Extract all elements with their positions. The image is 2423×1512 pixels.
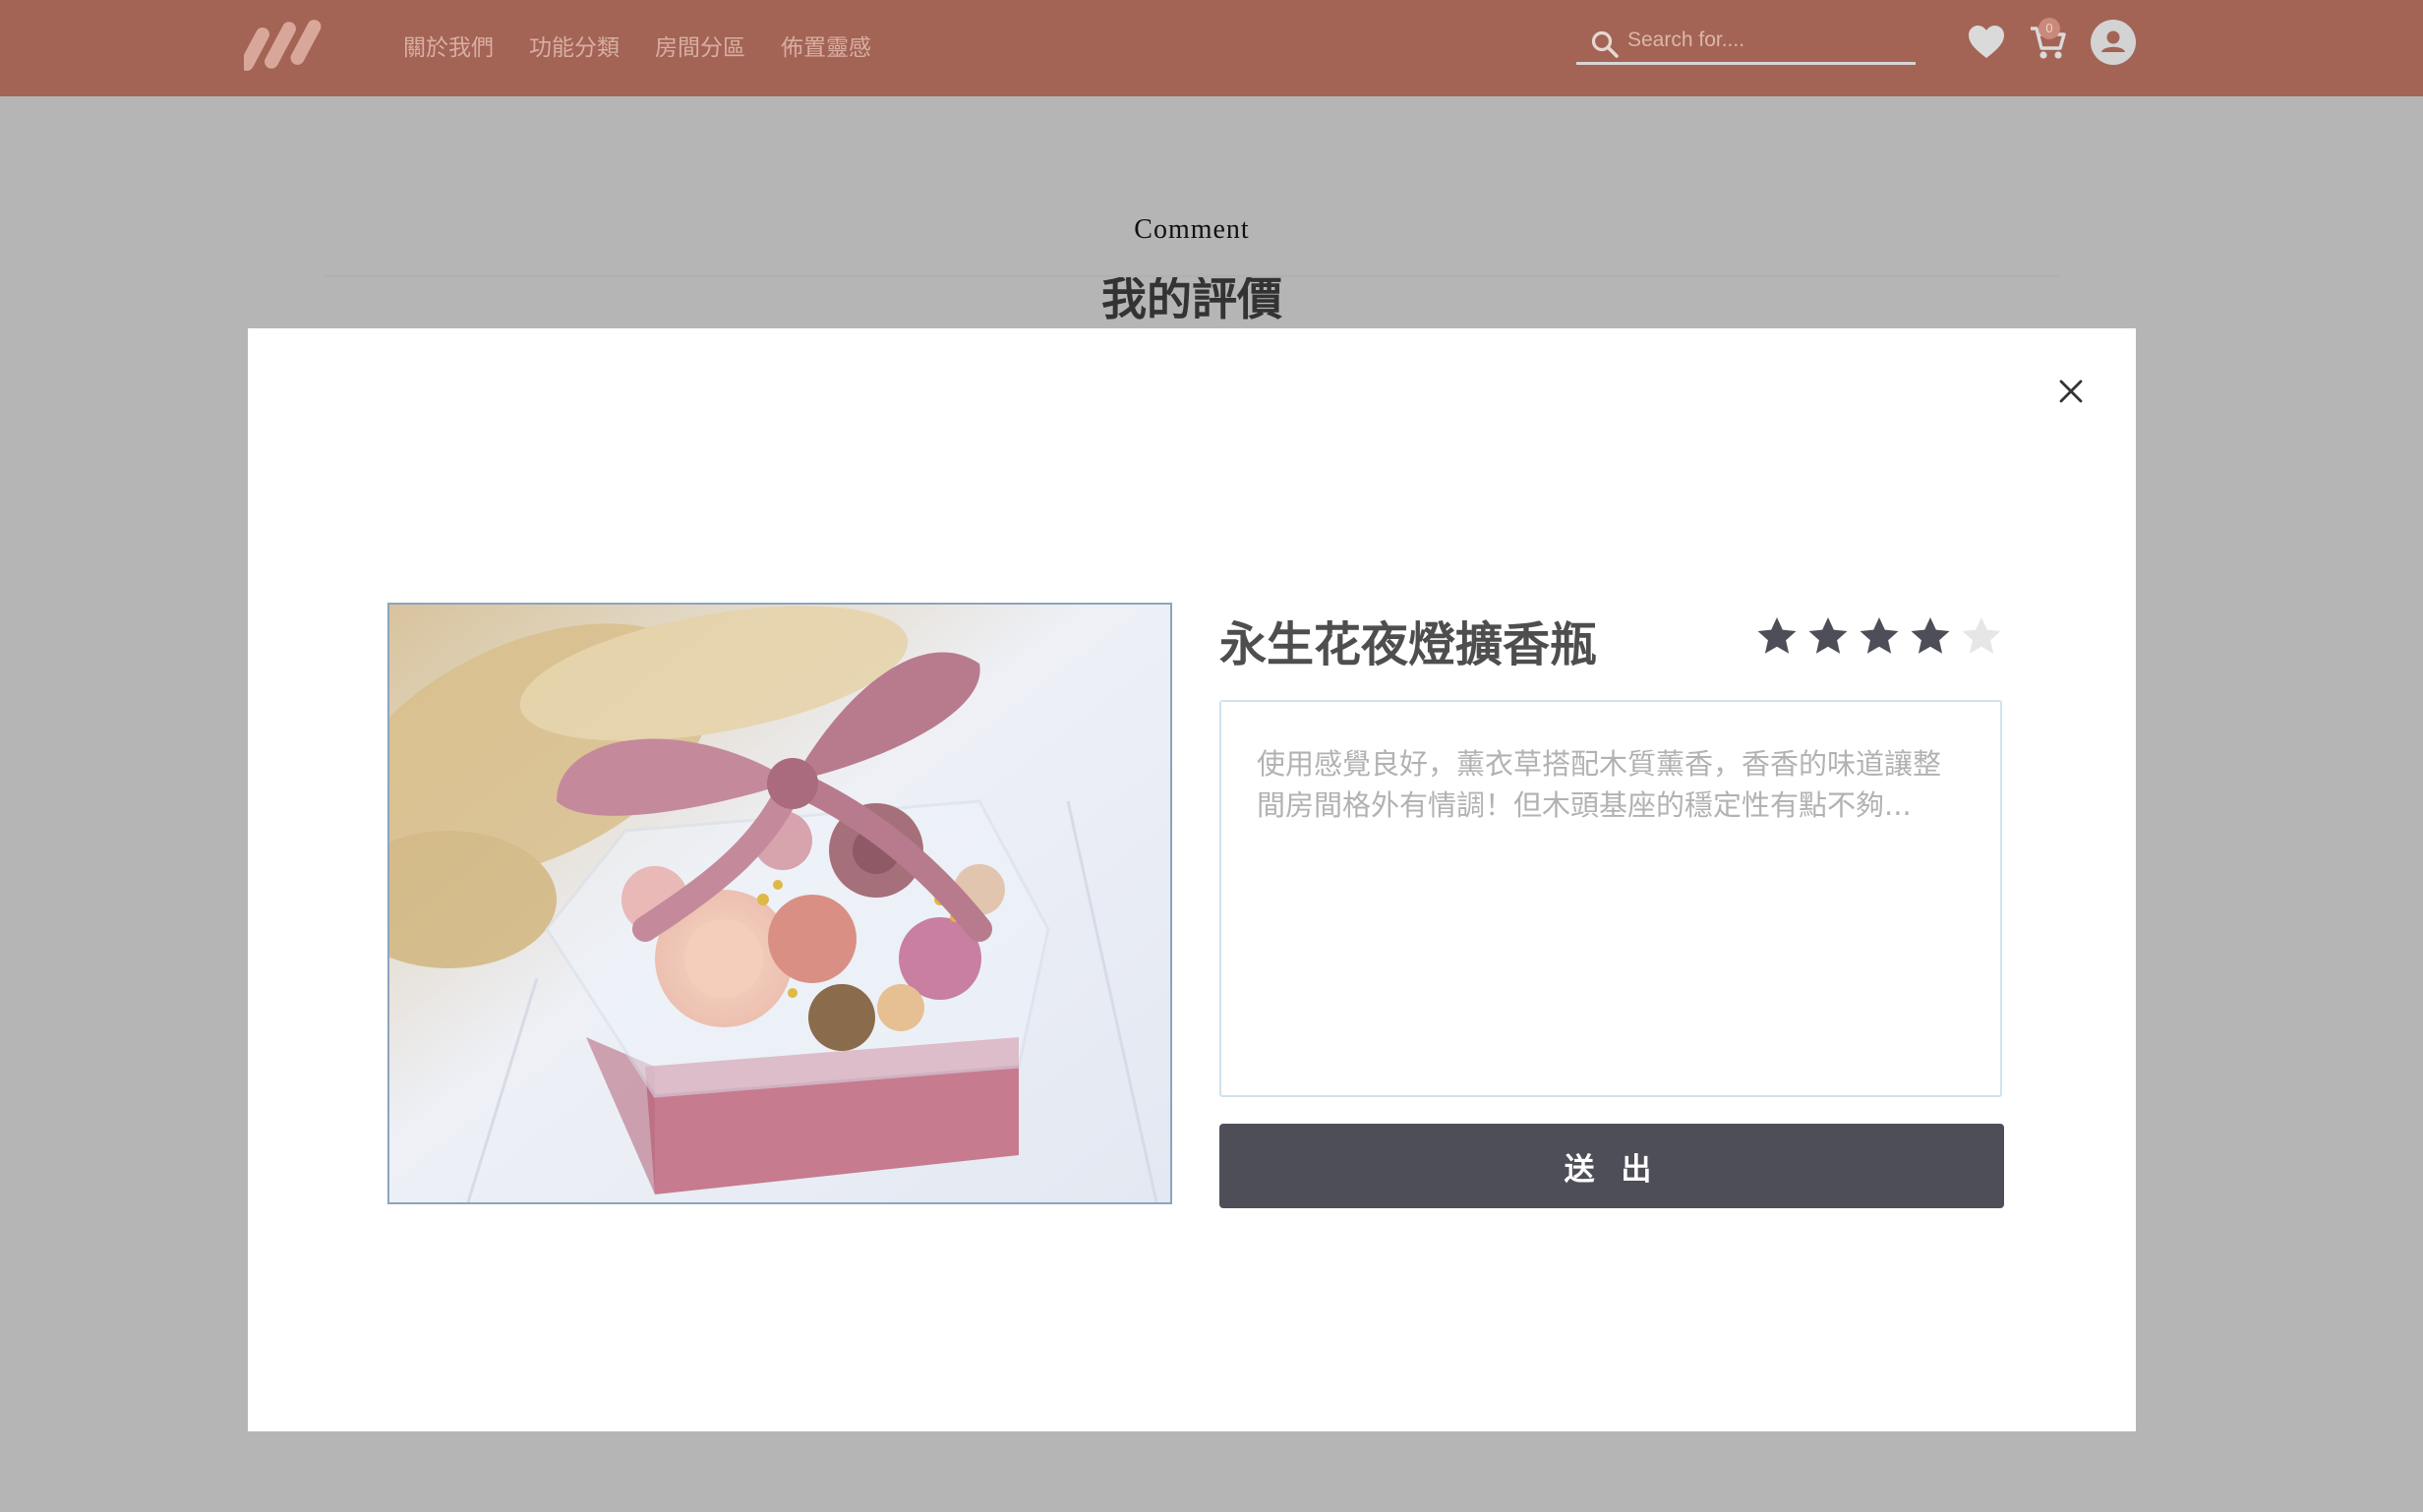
star-icon-filled[interactable] — [1756, 615, 1798, 657]
avatar[interactable] — [2091, 20, 2136, 65]
page-heading: Comment 我的評價 — [0, 214, 2384, 328]
cart-count-badge: 0 — [2039, 18, 2060, 39]
product-image — [387, 603, 1172, 1204]
search-bar — [1576, 20, 1916, 65]
nav-link-rooms[interactable]: 房間分區 — [655, 29, 745, 62]
star-icon-filled[interactable] — [1910, 615, 1951, 657]
brand-logo[interactable] — [244, 18, 323, 73]
star-icon-filled[interactable] — [1859, 615, 1900, 657]
nav-link-categories[interactable]: 功能分類 — [529, 29, 620, 62]
close-icon[interactable] — [2049, 370, 2093, 413]
heart-icon[interactable] — [1966, 22, 2007, 63]
star-rating[interactable] — [1756, 615, 2002, 657]
product-name: 永生花夜燈擴香瓶 — [1219, 617, 1598, 672]
search-input[interactable] — [1627, 24, 1908, 57]
nav-link-inspiration[interactable]: 佈置靈感 — [781, 29, 871, 62]
submit-button[interactable]: 送 出 — [1219, 1124, 2004, 1208]
user-icon — [2101, 30, 2125, 52]
review-modal: 永生花夜燈擴香瓶 送 出 — [248, 328, 2136, 1431]
star-icon-empty[interactable] — [1961, 615, 2002, 657]
page-eyebrow: Comment — [1134, 214, 1250, 245]
main-nav: 關於我們 功能分類 房間分區 佈置靈感 — [403, 0, 871, 90]
flower-box-illustration — [389, 605, 1170, 1202]
star-icon-filled[interactable] — [1807, 615, 1849, 657]
review-textarea[interactable] — [1219, 700, 2002, 1097]
page-title: 我的評價 — [1101, 272, 1282, 325]
search-icon[interactable] — [1590, 29, 1620, 59]
navbar: 關於我們 功能分類 房間分區 佈置靈感 0 — [0, 0, 2423, 96]
heading-divider — [325, 275, 2059, 277]
nav-link-about[interactable]: 關於我們 — [403, 29, 494, 62]
